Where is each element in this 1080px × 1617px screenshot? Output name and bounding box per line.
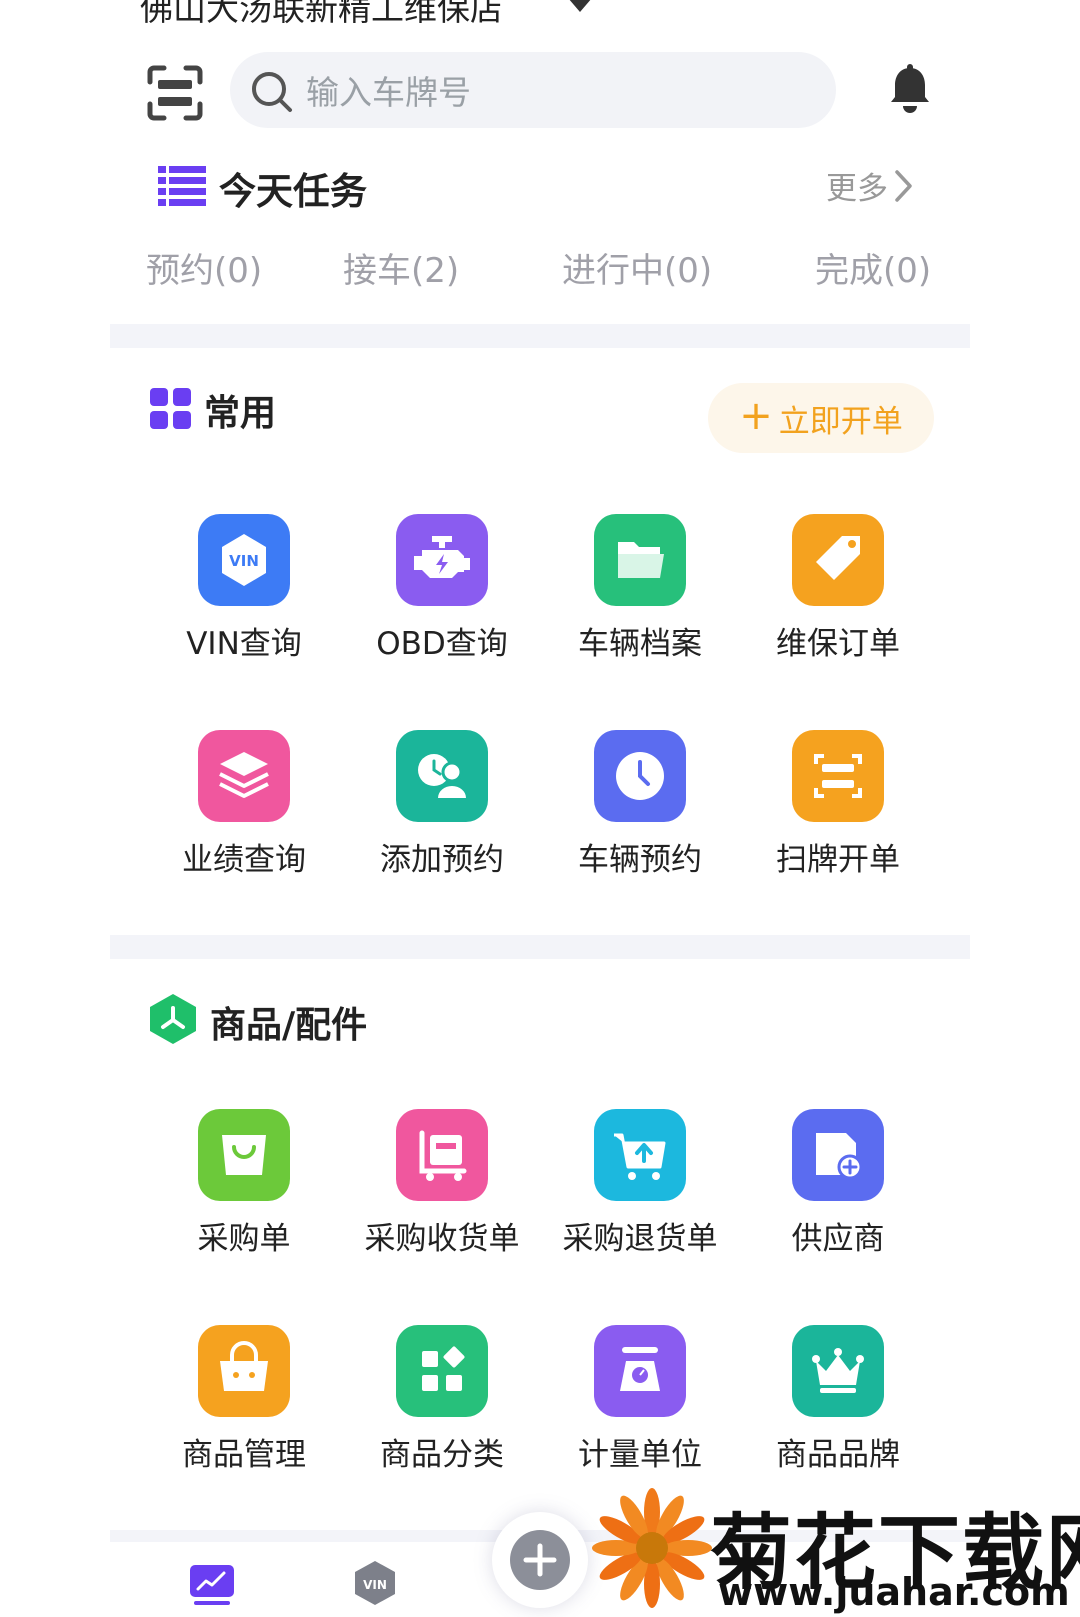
tasks-title: 今天任务 — [219, 170, 367, 213]
category-icon — [396, 1325, 488, 1417]
clock-user-icon — [396, 730, 488, 822]
supplier-icon — [792, 1109, 884, 1201]
clock-icon — [594, 730, 686, 822]
obd-query-label: OBD查询 — [376, 626, 508, 662]
plus-icon: + — [739, 393, 773, 439]
goods-brand-label: 商品品牌 — [776, 1437, 900, 1473]
supplier-label: 供应商 — [791, 1221, 885, 1257]
store-name[interactable]: 佛山大汤联新精工维保店 — [140, 0, 503, 30]
search-placeholder: 输入车牌号 — [306, 73, 471, 112]
quick-order-button[interactable]: + 立即开单 — [708, 383, 934, 453]
goods-category-item[interactable]: 商品分类 — [342, 1325, 542, 1485]
add-appointment-label: 添加预约 — [380, 842, 504, 878]
goods-management-label: 商品管理 — [182, 1437, 306, 1473]
plus-icon — [510, 1530, 570, 1590]
watermark-url: www.juahar.com — [718, 1570, 1070, 1614]
performance-query-item[interactable]: 业绩查询 — [144, 730, 344, 890]
nav-dashboard-chart-icon[interactable] — [190, 1565, 234, 1605]
purchase-order-item[interactable]: 采购单 — [144, 1109, 344, 1269]
nav-add-button[interactable] — [492, 1512, 588, 1608]
folder-icon — [594, 514, 686, 606]
tab-completed[interactable]: 完成(0) — [815, 243, 931, 292]
vin-icon: VIN — [198, 514, 290, 606]
maintenance-order-item[interactable]: 维保订单 — [738, 514, 938, 674]
section-divider — [110, 324, 970, 348]
engine-icon — [396, 514, 488, 606]
common-title: 常用 — [204, 393, 277, 434]
tab-appointment[interactable]: 预约(0) — [146, 243, 262, 292]
cart-return-icon — [594, 1109, 686, 1201]
crown-icon — [792, 1325, 884, 1417]
vehicle-archive-label: 车辆档案 — [578, 626, 702, 662]
quick-order-label: 立即开单 — [778, 403, 903, 440]
purchase-return-item[interactable]: 采购退货单 — [540, 1109, 740, 1269]
svg-text:VIN: VIN — [363, 1578, 387, 1592]
goods-brand-item[interactable]: 商品品牌 — [738, 1325, 938, 1485]
cart-receive-icon — [396, 1109, 488, 1201]
tab-in-progress[interactable]: 进行中(0) — [562, 243, 712, 292]
svg-text:VIN: VIN — [229, 552, 259, 570]
store-dropdown-caret-icon[interactable] — [568, 0, 592, 12]
scale-icon — [594, 1325, 686, 1417]
list-icon — [158, 166, 206, 206]
goods-title: 商品/配件 — [210, 1005, 368, 1046]
scan-icon[interactable] — [146, 64, 204, 122]
purchase-order-label: 采购单 — [197, 1221, 291, 1257]
maintenance-order-label: 维保订单 — [776, 626, 900, 662]
measure-unit-item[interactable]: 计量单位 — [540, 1325, 740, 1485]
more-label: 更多 — [826, 171, 888, 207]
grid-icon — [150, 388, 192, 430]
parts-icon — [150, 994, 196, 1044]
scan-plate-order-item[interactable]: 扫牌开单 — [738, 730, 938, 890]
vin-query-item[interactable]: VIN VIN查询 — [144, 514, 344, 674]
supplier-item[interactable]: 供应商 — [738, 1109, 938, 1269]
goods-category-label: 商品分类 — [380, 1437, 504, 1473]
layers-icon — [198, 730, 290, 822]
measure-unit-label: 计量单位 — [578, 1437, 702, 1473]
tag-icon — [792, 514, 884, 606]
purchase-return-label: 采购退货单 — [562, 1221, 718, 1257]
search-icon — [248, 68, 296, 116]
bag-icon — [198, 1109, 290, 1201]
vin-query-label: VIN查询 — [186, 626, 302, 662]
vehicle-appointment-label: 车辆预约 — [578, 842, 702, 878]
goods-management-item[interactable]: 商品管理 — [144, 1325, 344, 1485]
basket-icon — [198, 1325, 290, 1417]
chevron-right-icon — [895, 169, 912, 202]
more-link[interactable]: 更多 — [826, 163, 914, 208]
purchase-receive-item[interactable]: 采购收货单 — [342, 1109, 542, 1269]
nav-vin-icon[interactable]: VIN — [353, 1561, 397, 1605]
bell-icon[interactable] — [888, 64, 932, 114]
add-appointment-item[interactable]: 添加预约 — [342, 730, 542, 890]
performance-query-label: 业绩查询 — [182, 842, 306, 878]
vehicle-appointment-item[interactable]: 车辆预约 — [540, 730, 740, 890]
scan-plate-order-label: 扫牌开单 — [776, 842, 900, 878]
obd-query-item[interactable]: OBD查询 — [342, 514, 542, 674]
vehicle-archive-item[interactable]: 车辆档案 — [540, 514, 740, 674]
section-divider — [110, 935, 970, 959]
purchase-receive-label: 采购收货单 — [364, 1221, 520, 1257]
scan-plate-icon — [792, 730, 884, 822]
flower-logo-icon — [592, 1488, 712, 1613]
tab-pickup[interactable]: 接车(2) — [343, 243, 459, 292]
search-input[interactable]: 输入车牌号 — [230, 52, 836, 128]
